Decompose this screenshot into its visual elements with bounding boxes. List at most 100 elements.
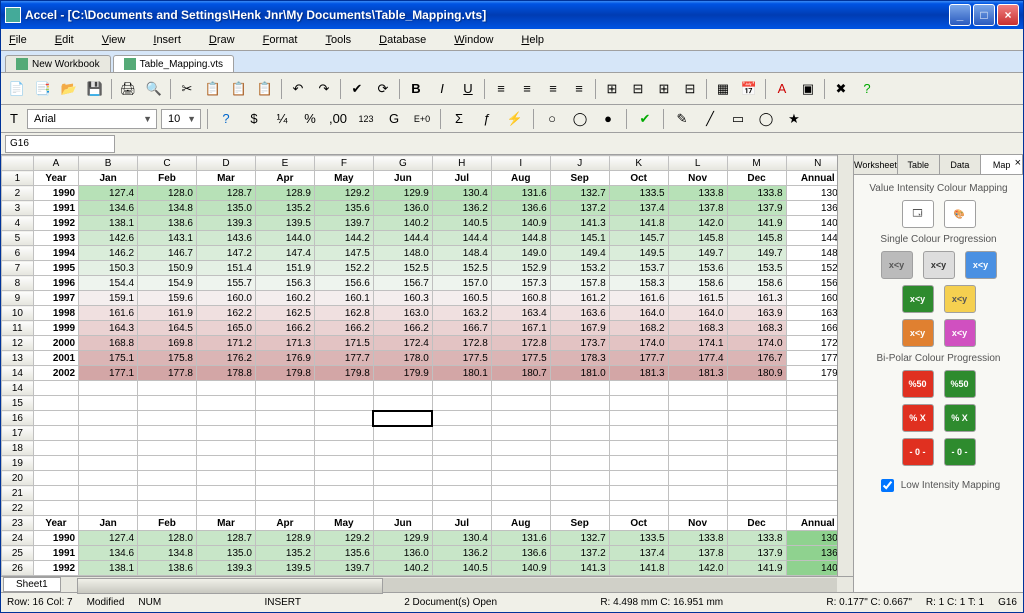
empty-cell[interactable] [138, 501, 197, 516]
data-cell[interactable]: 141.9 [727, 561, 786, 576]
year-cell[interactable]: 1992 [33, 216, 78, 231]
empty-cell[interactable] [138, 456, 197, 471]
data-cell[interactable]: 145.1 [550, 576, 609, 577]
data-cell[interactable]: 136.6 [491, 201, 550, 216]
preview-icon[interactable]: 🔍 [142, 77, 166, 101]
copy2-icon[interactable]: 📋 [201, 77, 225, 101]
data-cell[interactable]: 129.2 [314, 186, 373, 201]
row-header[interactable]: 4 [2, 216, 34, 231]
data-cell[interactable]: 179.9 [373, 366, 432, 381]
empty-cell[interactable] [727, 471, 786, 486]
empty-cell[interactable] [314, 501, 373, 516]
empty-cell[interactable] [255, 426, 314, 441]
empty-cell[interactable] [197, 381, 256, 396]
header-cell[interactable]: Nov [668, 516, 727, 531]
row-header[interactable]: 27 [2, 576, 34, 577]
undo-icon[interactable]: ↶ [286, 77, 310, 101]
empty-cell[interactable] [786, 426, 837, 441]
empty-cell[interactable] [373, 441, 432, 456]
empty-cell[interactable] [491, 441, 550, 456]
row-header[interactable]: 24 [2, 531, 34, 546]
data-cell[interactable]: 152.5 [432, 261, 491, 276]
low-intensity-input[interactable] [881, 479, 894, 492]
data-cell[interactable]: 151.4 [197, 261, 256, 276]
grid-icon[interactable]: ▦ [711, 77, 735, 101]
font-name-combo[interactable]: ▼ [27, 109, 157, 129]
empty-cell[interactable] [138, 396, 197, 411]
empty-cell[interactable] [197, 501, 256, 516]
empty-cell[interactable] [727, 456, 786, 471]
data-cell[interactable]: 144.4 [373, 231, 432, 246]
data-cell[interactable]: 172.8 [491, 336, 550, 351]
rect-icon[interactable]: ▭ [726, 107, 750, 131]
empty-cell[interactable] [609, 426, 668, 441]
data-cell[interactable]: 164.3 [79, 321, 138, 336]
empty-cell[interactable] [786, 486, 837, 501]
row-header[interactable]: 20 [2, 471, 34, 486]
data-cell[interactable]: 172.8 [432, 336, 491, 351]
empty-cell[interactable] [491, 381, 550, 396]
annual-cell[interactable]: 140.3 [786, 216, 837, 231]
empty-cell[interactable] [79, 456, 138, 471]
calendar-icon[interactable]: 📅 [737, 77, 761, 101]
data-cell[interactable]: 144.0 [255, 231, 314, 246]
data-cell[interactable]: 161.6 [609, 291, 668, 306]
empty-cell[interactable] [609, 396, 668, 411]
data-cell[interactable]: 147.2 [197, 246, 256, 261]
sheet-tab[interactable]: Sheet1 [3, 577, 61, 592]
empty-cell[interactable] [33, 396, 78, 411]
data-cell[interactable]: 142.0 [668, 561, 727, 576]
data-cell[interactable]: 136.2 [432, 546, 491, 561]
data-cell[interactable]: 129.9 [373, 186, 432, 201]
empty-cell[interactable] [432, 381, 491, 396]
empty-cell[interactable] [491, 456, 550, 471]
indent-icon[interactable]: ⊞ [652, 77, 676, 101]
col-header[interactable]: F [314, 156, 373, 171]
lightning-icon[interactable]: ⚡ [503, 107, 527, 131]
empty-cell[interactable] [491, 471, 550, 486]
data-cell[interactable]: 128.7 [197, 186, 256, 201]
spreadsheet-grid[interactable]: ABCDEFGHIJKLMNO1YearJanFebMarAprMayJunJu… [1, 155, 837, 576]
col-header[interactable]: I [491, 156, 550, 171]
data-cell[interactable]: 180.1 [432, 366, 491, 381]
data-cell[interactable]: 140.9 [491, 216, 550, 231]
align-justify-icon[interactable]: ≡ [567, 77, 591, 101]
line-icon[interactable]: ╱ [698, 107, 722, 131]
data-cell[interactable]: 141.8 [609, 561, 668, 576]
wrap-icon[interactable]: ⊟ [626, 77, 650, 101]
data-cell[interactable]: 132.7 [550, 186, 609, 201]
paste-special-icon[interactable]: 📋 [253, 77, 277, 101]
empty-cell[interactable] [727, 396, 786, 411]
header-cell[interactable]: Nov [668, 171, 727, 186]
empty-cell[interactable] [786, 471, 837, 486]
data-cell[interactable]: 129.9 [373, 531, 432, 546]
data-cell[interactable]: 128.0 [138, 531, 197, 546]
empty-cell[interactable] [550, 501, 609, 516]
horizontal-scrollbar[interactable] [77, 578, 837, 592]
empty-cell[interactable] [79, 426, 138, 441]
annual-cell[interactable]: 140.3 [786, 561, 837, 576]
empty-cell[interactable] [79, 411, 138, 426]
data-cell[interactable]: 153.5 [727, 261, 786, 276]
data-cell[interactable]: 135.0 [197, 201, 256, 216]
empty-cell[interactable] [79, 501, 138, 516]
empty-cell[interactable] [314, 426, 373, 441]
header-cell[interactable]: Dec [727, 516, 786, 531]
empty-cell[interactable] [550, 396, 609, 411]
data-cell[interactable]: 140.9 [491, 561, 550, 576]
empty-cell[interactable] [550, 381, 609, 396]
chevron-down-icon[interactable]: ▼ [143, 114, 152, 124]
empty-cell[interactable] [33, 471, 78, 486]
data-cell[interactable]: 142.6 [79, 231, 138, 246]
data-cell[interactable]: 166.2 [314, 321, 373, 336]
data-cell[interactable]: 157.0 [432, 276, 491, 291]
annual-cell[interactable]: 130.7 [786, 186, 837, 201]
empty-cell[interactable] [668, 441, 727, 456]
data-cell[interactable]: 177.8 [138, 366, 197, 381]
data-cell[interactable]: 143.6 [197, 231, 256, 246]
menu-view[interactable]: View [102, 34, 126, 46]
annual-cell[interactable]: 177.1 [786, 351, 837, 366]
empty-cell[interactable] [786, 456, 837, 471]
single-orange[interactable]: x<y [902, 319, 934, 347]
data-cell[interactable]: 152.9 [491, 261, 550, 276]
